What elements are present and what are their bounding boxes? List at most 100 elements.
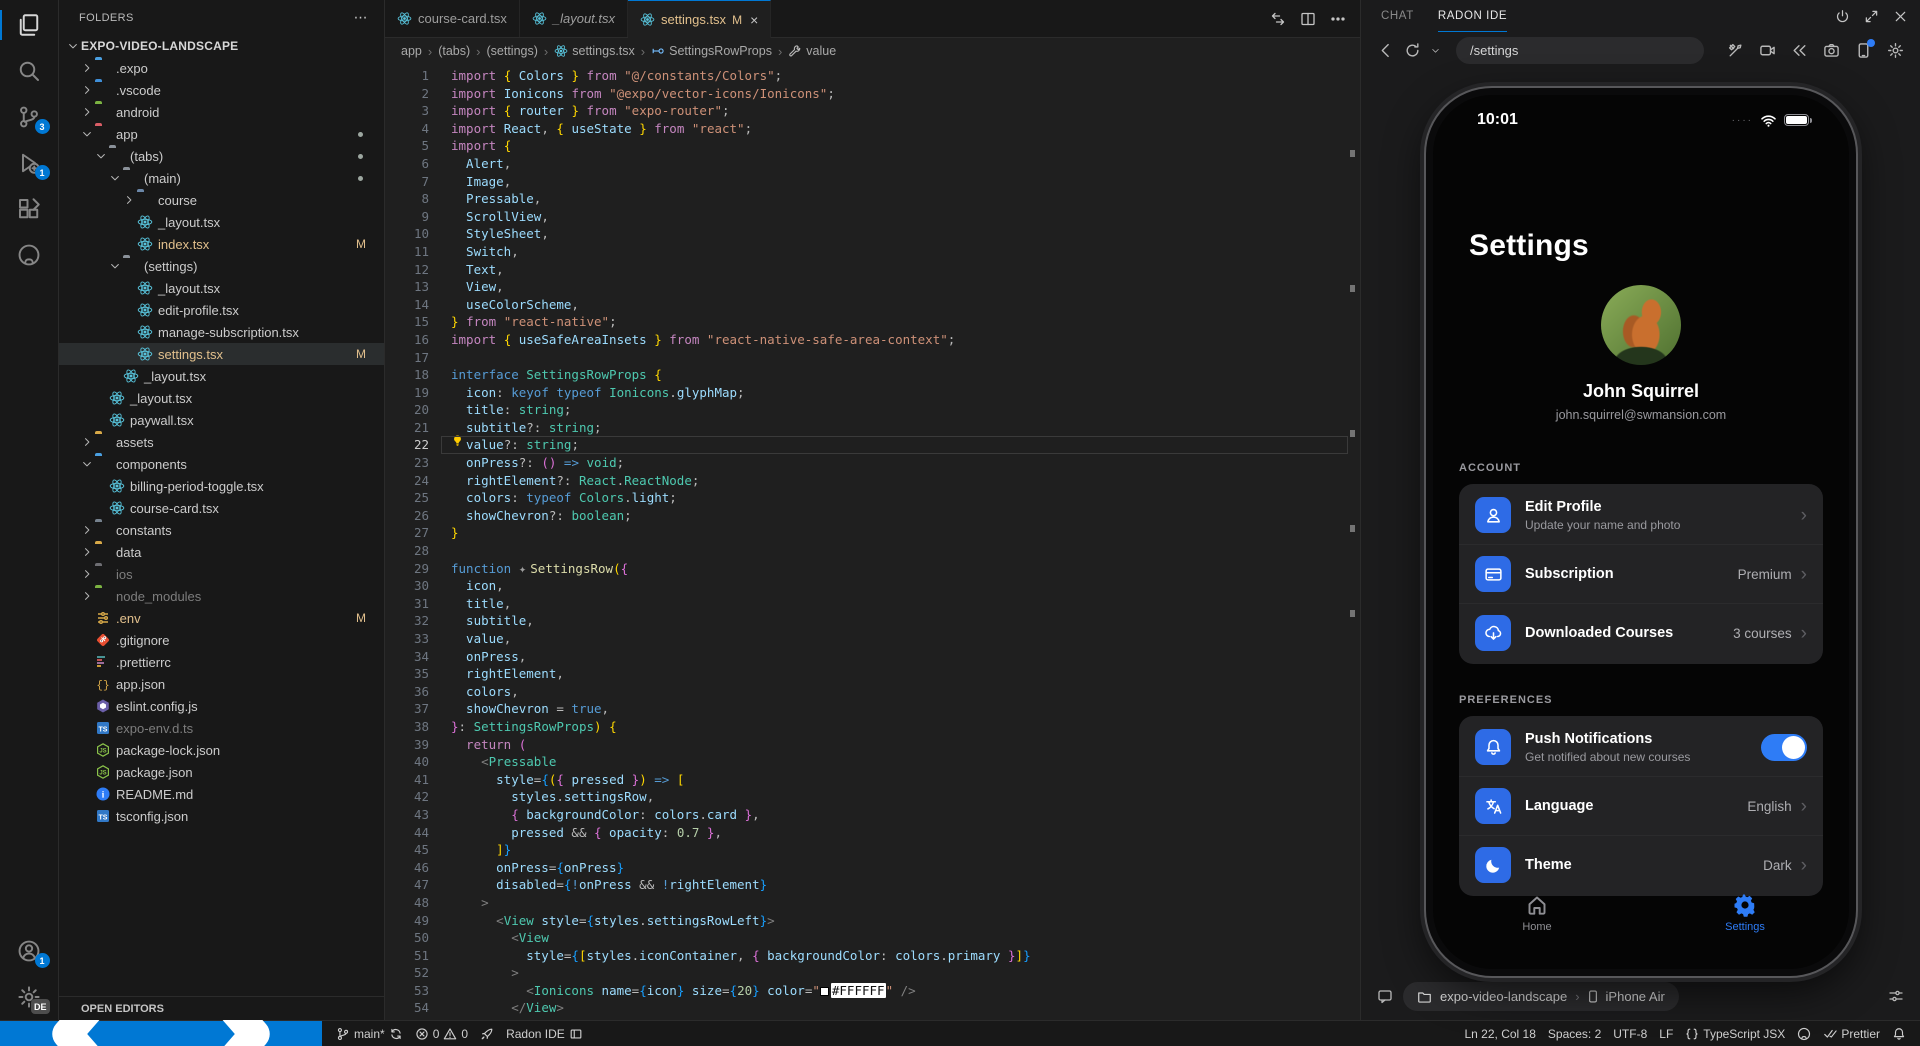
activity-accounts[interactable]: 1 — [0, 928, 59, 974]
tree-item--vscode[interactable]: .vscode — [59, 79, 384, 101]
activity-search[interactable] — [0, 48, 59, 94]
breadcrumb-value[interactable]: value — [788, 44, 836, 58]
panel-tab-radon-ide[interactable]: RADON IDE — [1438, 0, 1507, 32]
tab--layout-tsx[interactable]: _layout.tsx — [520, 0, 628, 37]
tree-item--env[interactable]: .envM — [59, 607, 384, 629]
more-actions-icon[interactable] — [1330, 11, 1346, 27]
tree-item-index-tsx[interactable]: index.tsxM — [59, 233, 384, 255]
tree-item--main-[interactable]: (main) — [59, 167, 384, 189]
settings-row-downloaded-courses[interactable]: Downloaded Courses3 courses› — [1459, 603, 1823, 662]
tree-item-billing-period-toggle-tsx[interactable]: billing-period-toggle.tsx — [59, 475, 384, 497]
dev-tools-icon[interactable] — [1727, 42, 1744, 59]
settings-row-language[interactable]: LanguageEnglish› — [1459, 776, 1823, 835]
tree-item--prettierrc[interactable]: .prettierrc — [59, 651, 384, 673]
panel-settings-icon[interactable] — [1887, 42, 1904, 59]
status-copilot[interactable] — [1791, 1027, 1817, 1041]
tree-item--layout-tsx[interactable]: _layout.tsx — [59, 211, 384, 233]
status-radon-ide[interactable]: Radon IDE — [500, 1021, 589, 1046]
settings-row-theme[interactable]: ThemeDark› — [1459, 835, 1823, 894]
status-cursor-position[interactable]: Ln 22, Col 18 — [1459, 1027, 1542, 1041]
tree-item-eslint-config-js[interactable]: eslint.config.js — [59, 695, 384, 717]
device-profile-icon[interactable] — [1855, 42, 1872, 59]
phone-tab-home[interactable]: Home — [1433, 893, 1641, 933]
tree-item-app-json[interactable]: {}app.json — [59, 673, 384, 695]
iphone-screen[interactable]: 10:01 ···· Settings John Squirrel john.s… — [1433, 95, 1849, 969]
replay-icon[interactable] — [1791, 42, 1808, 59]
activity-source-control[interactable]: 3 — [0, 94, 59, 140]
split-editor-icon[interactable] — [1300, 11, 1316, 27]
expand-icon[interactable] — [1864, 9, 1879, 24]
power-icon[interactable] — [1835, 9, 1850, 24]
status-formatter[interactable]: Prettier — [1817, 1027, 1886, 1041]
settings-row-push-notifications[interactable]: Push NotificationsGet notified about new… — [1459, 718, 1823, 776]
activity-github[interactable] — [0, 232, 59, 278]
status-notifications[interactable] — [1886, 1027, 1912, 1041]
tree-item-assets[interactable]: assets — [59, 431, 384, 453]
tree-item-data[interactable]: data — [59, 541, 384, 563]
tree-item-settings-tsx[interactable]: settings.tsxM — [59, 343, 384, 365]
radon-preview-icon[interactable]: ✦ — [519, 561, 527, 576]
open-changes-icon[interactable] — [1270, 11, 1286, 27]
tree-item-package-lock-json[interactable]: JSpackage-lock.json — [59, 739, 384, 761]
more-actions-icon[interactable]: ⋯ — [354, 9, 368, 26]
tree-item-android[interactable]: android — [59, 101, 384, 123]
push-notifications-toggle[interactable] — [1761, 734, 1807, 761]
tree-item-course-card-tsx[interactable]: course-card.tsx — [59, 497, 384, 519]
tree-item-paywall-tsx[interactable]: paywall.tsx — [59, 409, 384, 431]
avatar[interactable] — [1601, 285, 1681, 365]
close-icon[interactable] — [1893, 9, 1908, 24]
settings-row-edit-profile[interactable]: Edit ProfileUpdate your name and photo› — [1459, 486, 1823, 544]
tree-item--expo[interactable]: .expo — [59, 57, 384, 79]
tree-item-manage-subscription-tsx[interactable]: manage-subscription.tsx — [59, 321, 384, 343]
tab-course-card-tsx[interactable]: course-card.tsx — [385, 0, 520, 37]
panel-tab-chat[interactable]: CHAT — [1381, 0, 1414, 32]
screenshot-icon[interactable] — [1823, 42, 1840, 59]
tree-item-expo-video-landscape[interactable]: EXPO-VIDEO-LANDSCAPE — [59, 35, 384, 57]
tree-item--layout-tsx[interactable]: _layout.tsx — [59, 387, 384, 409]
reload-caret-icon[interactable] — [1431, 42, 1440, 59]
tree-item-tsconfig-json[interactable]: TStsconfig.json — [59, 805, 384, 827]
record-video-icon[interactable] — [1759, 42, 1776, 59]
tree-item-ios[interactable]: ios — [59, 563, 384, 585]
tree-item-readme-md[interactable]: iREADME.md — [59, 783, 384, 805]
tree-item-package-json[interactable]: JSpackage.json — [59, 761, 384, 783]
url-bar[interactable]: /settings — [1456, 37, 1704, 64]
tree-item--gitignore[interactable]: .gitignore — [59, 629, 384, 651]
tab-settings-tsx[interactable]: settings.tsxM× — [628, 0, 771, 38]
status-radon-launch[interactable] — [474, 1021, 500, 1046]
tree-item-components[interactable]: components — [59, 453, 384, 475]
activity-explorer[interactable] — [0, 2, 59, 48]
activity-settings[interactable]: DE — [0, 974, 59, 1020]
tree-item-course[interactable]: course — [59, 189, 384, 211]
breadcrumb--settings-[interactable]: (settings) — [487, 44, 538, 58]
status-branch[interactable]: main* — [330, 1021, 409, 1046]
tree-item-app[interactable]: app — [59, 123, 384, 145]
breadcrumb-settingsrowprops[interactable]: SettingsRowProps — [651, 44, 772, 58]
reload-icon[interactable] — [1404, 42, 1421, 59]
status-eol[interactable]: LF — [1653, 1027, 1679, 1041]
feedback-icon[interactable] — [1377, 988, 1393, 1004]
tree-item-constants[interactable]: constants — [59, 519, 384, 541]
status-language-mode[interactable]: TypeScript JSX — [1679, 1027, 1791, 1041]
breadcrumb--tabs-[interactable]: (tabs) — [438, 44, 470, 58]
phone-tab-settings[interactable]: Settings — [1641, 893, 1849, 933]
status-indentation[interactable]: Spaces: 2 — [1542, 1027, 1607, 1041]
breadcrumb-app[interactable]: app — [401, 44, 422, 58]
device-select[interactable]: expo-video-landscape › iPhone Air — [1403, 982, 1679, 1011]
tree-item-edit-profile-tsx[interactable]: edit-profile.tsx — [59, 299, 384, 321]
tree-item--settings-[interactable]: (settings) — [59, 255, 384, 277]
open-editors-section[interactable]: OPEN EDITORS — [59, 996, 384, 1020]
tree-item-node-modules[interactable]: node_modules — [59, 585, 384, 607]
back-icon[interactable] — [1377, 42, 1394, 59]
status-encoding[interactable]: UTF-8 — [1607, 1027, 1653, 1041]
color-swatch[interactable] — [820, 987, 829, 996]
breadcrumb-settings-tsx[interactable]: settings.tsx — [554, 44, 635, 58]
tree-item-expo-env-d-ts[interactable]: TSexpo-env.d.ts — [59, 717, 384, 739]
tree-item--layout-tsx[interactable]: _layout.tsx — [59, 277, 384, 299]
activity-extensions[interactable] — [0, 186, 59, 232]
tree-item--tabs-[interactable]: (tabs) — [59, 145, 384, 167]
tree-item--layout-tsx[interactable]: _layout.tsx — [59, 365, 384, 387]
code-editor[interactable]: 1234567891011121314151617181920212223242… — [385, 64, 1360, 1020]
display-settings-icon[interactable] — [1888, 988, 1904, 1004]
settings-row-subscription[interactable]: SubscriptionPremium› — [1459, 544, 1823, 603]
